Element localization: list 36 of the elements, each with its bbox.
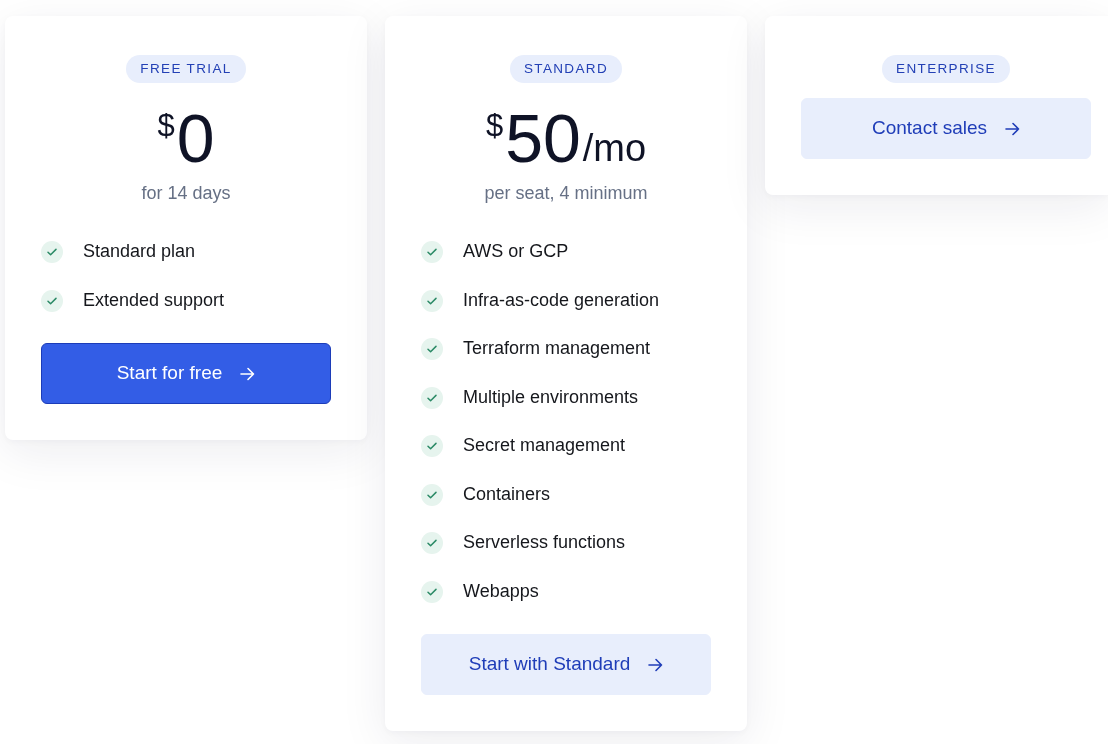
feature-text: Terraform management [463, 338, 651, 361]
currency-symbol: $ [485, 110, 504, 141]
cta-button[interactable]: Start with Standard [421, 634, 711, 695]
price-amount: 0 [176, 104, 215, 172]
price-note: for 14 days [141, 182, 231, 205]
feature-text: Extended support [83, 289, 225, 312]
feature-text: AWS or GCP [463, 241, 569, 264]
feature-text: Multiple environments [463, 386, 639, 409]
arrow-right-icon [1005, 121, 1021, 136]
check-icon [41, 241, 63, 264]
check-icon [421, 386, 443, 409]
cta-button[interactable]: Start for free [41, 343, 331, 404]
price-amount: 50 [505, 104, 581, 172]
check-icon [421, 532, 443, 555]
check-icon [421, 435, 443, 458]
check-icon [421, 338, 443, 361]
feature-text: Infra-as-code generation [463, 289, 660, 312]
feature-text: Serverless functions [463, 532, 626, 555]
feature-text: Standard plan [83, 241, 196, 264]
feature-text: Secret management [463, 435, 626, 458]
check-icon [421, 289, 443, 312]
feature-text: Containers [463, 483, 551, 506]
plan-badge: STANDARD [509, 55, 623, 83]
check-icon [41, 289, 63, 312]
arrow-right-icon [240, 366, 256, 381]
arrow-right-icon [648, 657, 664, 672]
feature-text: Webapps [463, 580, 539, 603]
plan-badge: ENTERPRISE [882, 55, 1010, 83]
check-icon [421, 580, 443, 603]
cta-button[interactable]: Contact sales [801, 98, 1091, 159]
price-period: /mo [582, 129, 647, 167]
currency-symbol: $ [157, 110, 175, 141]
check-icon [421, 241, 443, 264]
plan-badge: FREE TRIAL [126, 55, 246, 83]
price-note: per seat, 4 minimum [484, 182, 648, 205]
check-icon [421, 483, 443, 506]
